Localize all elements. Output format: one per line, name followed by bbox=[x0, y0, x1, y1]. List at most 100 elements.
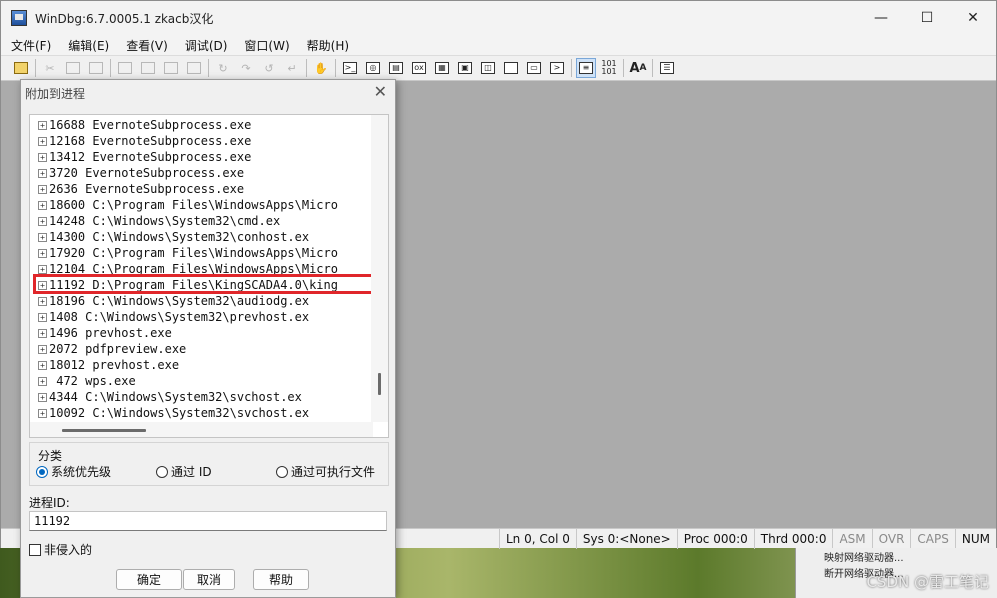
locals-icon[interactable]: ▤ bbox=[386, 58, 406, 78]
process-row[interactable]: +18196 C:\Windows\System32\audiodg.ex bbox=[38, 293, 309, 309]
process-id-input[interactable] bbox=[29, 511, 387, 531]
expand-icon[interactable]: + bbox=[38, 249, 47, 258]
hand-icon[interactable]: ✋ bbox=[311, 58, 331, 78]
process-row[interactable]: +1496 prevhost.exe bbox=[38, 325, 172, 341]
process-row[interactable]: +10092 C:\Windows\System32\svchost.ex bbox=[38, 405, 309, 421]
checkbox-box[interactable] bbox=[29, 543, 41, 556]
ok-button[interactable]: 确定 bbox=[116, 569, 182, 590]
go-icon[interactable] bbox=[115, 58, 135, 78]
horizontal-scrollbar[interactable] bbox=[30, 422, 373, 437]
radio-by-executable[interactable]: 通过可执行文件 bbox=[276, 463, 375, 480]
map-network-drive-item[interactable]: 映射网络驱动器... bbox=[824, 549, 904, 564]
step-into-icon[interactable]: ↻ bbox=[213, 58, 233, 78]
radio-system-priority[interactable]: 系统优先级 bbox=[36, 463, 111, 480]
radio-dot[interactable] bbox=[156, 465, 168, 478]
expand-icon[interactable]: + bbox=[38, 121, 47, 130]
process-row[interactable]: +14300 C:\Windows\System32\conhost.ex bbox=[38, 229, 309, 245]
expand-icon[interactable]: + bbox=[38, 233, 47, 242]
process-row-text: 18012 prevhost.exe bbox=[49, 358, 180, 372]
expand-icon[interactable]: + bbox=[38, 409, 47, 418]
process-row-text: 10092 C:\Windows\System32\svchost.ex bbox=[49, 406, 310, 420]
expand-icon[interactable]: + bbox=[38, 153, 47, 162]
close-button[interactable]: ✕ bbox=[950, 1, 996, 35]
copy-icon[interactable] bbox=[63, 58, 83, 78]
source-mode-icon[interactable]: ≡ bbox=[576, 58, 596, 78]
dialog-close-icon[interactable]: ✕ bbox=[374, 82, 387, 101]
radio-dot[interactable] bbox=[36, 465, 48, 478]
process-list[interactable]: +16688 EvernoteSubprocess.exe +12168 Ever… bbox=[29, 114, 389, 438]
radio-by-id[interactable]: 通过 ID bbox=[156, 463, 212, 480]
scratch-pad-icon[interactable] bbox=[501, 58, 521, 78]
expand-icon[interactable]: + bbox=[38, 361, 47, 370]
process-row[interactable]: +4344 C:\Windows\System32\svchost.ex bbox=[38, 389, 302, 405]
break-icon[interactable] bbox=[184, 58, 204, 78]
step-over-icon[interactable]: ↷ bbox=[236, 58, 256, 78]
expand-icon[interactable]: + bbox=[38, 137, 47, 146]
cancel-button[interactable]: 取消 bbox=[183, 569, 235, 590]
maximize-button[interactable]: ☐ bbox=[904, 1, 950, 35]
expand-icon[interactable]: + bbox=[38, 313, 47, 322]
process-row[interactable]: +18012 prevhost.exe bbox=[38, 357, 179, 373]
help-button[interactable]: 帮助 bbox=[253, 569, 309, 590]
registers-icon[interactable]: ox bbox=[409, 58, 429, 78]
status-line-col: Ln 0, Col 0 bbox=[498, 529, 576, 549]
radio-dot[interactable] bbox=[276, 465, 288, 478]
minimize-button[interactable]: — bbox=[858, 1, 904, 35]
command-icon[interactable]: >_ bbox=[340, 58, 360, 78]
expand-icon[interactable]: + bbox=[38, 169, 47, 178]
menu-view[interactable]: 查看(V) bbox=[116, 37, 175, 54]
noninvasive-checkbox[interactable]: 非侵入的 bbox=[29, 541, 92, 558]
vertical-scrollbar[interactable] bbox=[371, 115, 388, 422]
title-bar[interactable]: WinDbg:6.7.0005.1 zkacb汉化 — ☐ ✕ bbox=[1, 1, 996, 35]
expand-icon[interactable]: + bbox=[38, 265, 47, 274]
horizontal-scroll-thumb[interactable] bbox=[62, 429, 146, 432]
menu-debug[interactable]: 调试(D) bbox=[175, 37, 235, 54]
disassembly-icon[interactable]: ◫ bbox=[478, 58, 498, 78]
cut-icon[interactable]: ✂ bbox=[40, 58, 60, 78]
process-row[interactable]: +13412 EvernoteSubprocess.exe bbox=[38, 149, 251, 165]
expand-icon[interactable]: + bbox=[38, 329, 47, 338]
expand-icon[interactable]: + bbox=[38, 217, 47, 226]
expand-icon[interactable]: + bbox=[38, 297, 47, 306]
menu-file[interactable]: 文件(F) bbox=[1, 37, 58, 54]
memory-icon[interactable]: ▦ bbox=[432, 58, 452, 78]
expand-icon[interactable]: + bbox=[38, 201, 47, 210]
process-row[interactable]: +2636 EvernoteSubprocess.exe bbox=[38, 181, 244, 197]
process-row[interactable]: +12168 EvernoteSubprocess.exe bbox=[38, 133, 251, 149]
restart-icon[interactable] bbox=[138, 58, 158, 78]
expand-icon[interactable]: + bbox=[38, 185, 47, 194]
process-row[interactable]: +3720 EvernoteSubprocess.exe bbox=[38, 165, 244, 181]
expand-icon[interactable]: + bbox=[38, 377, 47, 386]
call-stack-icon[interactable]: ▣ bbox=[455, 58, 475, 78]
toolbar-separator bbox=[35, 59, 36, 77]
process-row[interactable]: +1408 C:\Windows\System32\prevhost.ex bbox=[38, 309, 309, 325]
run-to-cursor-icon[interactable]: ↵ bbox=[282, 58, 302, 78]
menu-window[interactable]: 窗口(W) bbox=[234, 37, 296, 54]
process-row[interactable]: +2072 pdfpreview.exe bbox=[38, 341, 186, 357]
process-row-text: 13412 EvernoteSubprocess.exe bbox=[49, 150, 252, 164]
status-process: Proc 000:0 bbox=[676, 529, 754, 549]
expand-icon[interactable]: + bbox=[38, 393, 47, 402]
menu-help[interactable]: 帮助(H) bbox=[297, 37, 356, 54]
process-row[interactable]: +17920 C:\Program Files\WindowsApps\Micr… bbox=[38, 245, 338, 261]
stop-icon[interactable] bbox=[161, 58, 181, 78]
process-row[interactable]: +14248 C:\Windows\System32\cmd.ex bbox=[38, 213, 280, 229]
paste-icon[interactable] bbox=[86, 58, 106, 78]
menu-edit[interactable]: 编辑(E) bbox=[58, 37, 116, 54]
font-icon[interactable]: AA bbox=[628, 58, 648, 78]
process-row[interactable]: +16688 EvernoteSubprocess.exe bbox=[38, 117, 251, 133]
watch-icon[interactable]: ◎ bbox=[363, 58, 383, 78]
process-row[interactable]: +18600 C:\Program Files\WindowsApps\Micr… bbox=[38, 197, 338, 213]
expand-icon[interactable]: + bbox=[38, 345, 47, 354]
dialog-title: 附加到进程 bbox=[25, 87, 86, 101]
open-icon[interactable] bbox=[11, 58, 31, 78]
processes-icon[interactable]: ▭ bbox=[524, 58, 544, 78]
options-icon[interactable]: ☰ bbox=[657, 58, 677, 78]
hex-mode-icon[interactable]: 101 101 bbox=[599, 58, 619, 78]
process-row-text: 16688 EvernoteSubprocess.exe bbox=[49, 118, 252, 132]
vertical-scroll-thumb[interactable] bbox=[378, 373, 381, 395]
process-row[interactable]: + 472 wps.exe bbox=[38, 373, 136, 389]
command-browser-icon[interactable]: > bbox=[547, 58, 567, 78]
menu-bar: 文件(F) 编辑(E) 查看(V) 调试(D) 窗口(W) 帮助(H) bbox=[1, 35, 996, 55]
step-out-icon[interactable]: ↺ bbox=[259, 58, 279, 78]
